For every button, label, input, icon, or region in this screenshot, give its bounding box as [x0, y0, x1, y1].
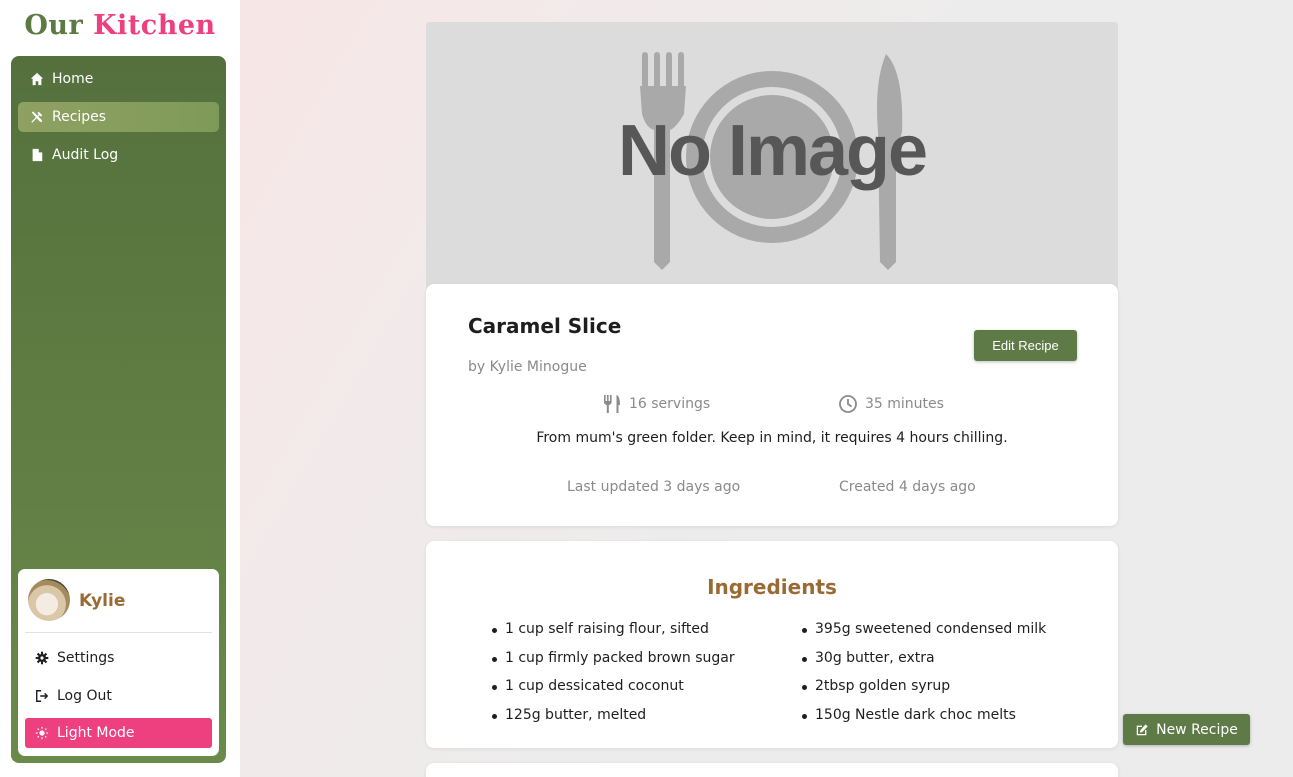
new-recipe-button[interactable]: New Recipe: [1123, 714, 1250, 745]
sidebar-item-label: Audit Log: [52, 147, 119, 163]
light-mode-label: Light Mode: [57, 725, 135, 741]
servings-info: 16 servings: [602, 394, 710, 414]
avatar[interactable]: [28, 579, 70, 621]
sidebar-item-label: Recipes: [52, 109, 107, 125]
list-item: 125g butter, melted: [492, 707, 735, 736]
sun-icon: [35, 726, 49, 740]
last-updated-text: Last updated 3 days ago: [567, 479, 741, 495]
list-item: 395g sweetened condensed milk: [802, 621, 1046, 650]
created-text: Created 4 days ago: [839, 479, 976, 495]
edit-recipe-button[interactable]: Edit Recipe: [974, 330, 1077, 361]
recipe-title: Caramel Slice: [468, 314, 622, 338]
divider: [25, 632, 212, 633]
time-info: 35 minutes: [838, 394, 944, 414]
list-item: 2tbsp golden syrup: [802, 678, 1046, 707]
user-card: Kylie Settings Log Out Light Mode: [18, 569, 219, 756]
logo-word-kitchen: Kitchen: [93, 10, 216, 41]
sidebar-item-audit-log[interactable]: Audit Log: [18, 140, 219, 170]
ingredients-list-right: 395g sweetened condensed milk 30g butter…: [802, 621, 1046, 735]
settings-button[interactable]: Settings: [25, 643, 212, 673]
recipe-description: From mum's green folder. Keep in mind, i…: [536, 430, 1008, 446]
ingredients-title: Ingredients: [707, 575, 837, 599]
file-icon: [32, 148, 43, 162]
recipe-author: by Kylie Minogue: [468, 359, 587, 375]
list-item: 150g Nestle dark choc melts: [802, 707, 1046, 736]
clock-icon: [839, 395, 857, 413]
list-item: 1 cup firmly packed brown sugar: [492, 650, 735, 679]
fork-knife-icon: [604, 395, 620, 413]
app-logo[interactable]: Our Kitchen: [0, 10, 240, 41]
logout-button[interactable]: Log Out: [25, 681, 212, 711]
ingredients-card: Ingredients 1 cup self raising flour, si…: [426, 541, 1118, 748]
time-text: 35 minutes: [865, 396, 944, 412]
servings-text: 16 servings: [629, 396, 711, 412]
gear-icon: [35, 651, 49, 665]
settings-label: Settings: [57, 650, 115, 666]
ingredients-list-left: 1 cup self raising flour, sifted 1 cup f…: [492, 621, 735, 735]
user-name[interactable]: Kylie: [79, 591, 125, 611]
recipe-image-placeholder: No Image: [426, 22, 1118, 294]
sidebar-item-recipes[interactable]: Recipes: [18, 102, 219, 132]
list-item: 1 cup dessicated coconut: [492, 678, 735, 707]
logout-icon: [36, 690, 49, 702]
no-image-text: No Image: [617, 111, 928, 191]
home-icon: [30, 72, 44, 86]
recipe-details-card: Caramel Slice by Kylie Minogue Edit Reci…: [426, 284, 1118, 526]
nav-panel: Home Recipes Audit Log Kylie Settings Lo…: [11, 56, 226, 763]
light-mode-toggle[interactable]: Light Mode: [25, 718, 212, 748]
method-card: [426, 763, 1118, 777]
sidebar-item-label: Home: [52, 71, 94, 87]
logout-label: Log Out: [57, 688, 112, 704]
utensils-crossed-icon: [31, 111, 43, 123]
list-item: 1 cup self raising flour, sifted: [492, 621, 735, 650]
edit-square-icon: [1136, 723, 1148, 735]
logo-word-our: Our: [24, 10, 84, 41]
sidebar-item-home[interactable]: Home: [18, 64, 219, 94]
sidebar: Our Kitchen Home Recipes Audit Log Kylie: [0, 0, 240, 777]
list-item: 30g butter, extra: [802, 650, 1046, 679]
new-recipe-label: New Recipe: [1156, 721, 1238, 738]
